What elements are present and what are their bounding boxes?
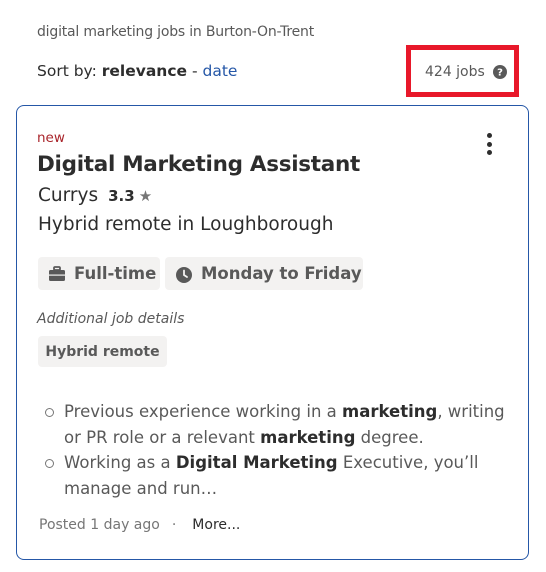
svg-text:?: ?: [497, 68, 503, 79]
attribute-chip-job-type: Full-time: [38, 257, 160, 290]
job-count-label: 424 jobs: [425, 64, 485, 80]
question-circle-icon[interactable]: ?: [492, 65, 507, 79]
sort-separator: -: [191, 62, 198, 80]
snippet-item: Previous experience working in a marketi…: [40, 399, 510, 450]
search-subtitle: digital marketing jobs in Burton-On-Tren…: [37, 24, 315, 40]
company-rating: 3.3: [108, 186, 135, 205]
job-location: Hybrid remote in Loughborough: [38, 214, 334, 235]
more-link[interactable]: More...: [192, 517, 240, 533]
sort-bar: Sort by: relevance - date: [37, 62, 237, 80]
star-icon: ★: [138, 186, 153, 205]
snippet-item: Working as a Digital Marketing Executive…: [40, 450, 510, 501]
company-name[interactable]: Currys: [38, 185, 98, 206]
new-badge: new: [37, 130, 65, 146]
job-title[interactable]: Digital Marketing Assistant: [37, 152, 360, 177]
sort-relevance: relevance: [101, 62, 188, 80]
attribute-chip-schedule: Monday to Friday: [165, 257, 363, 290]
attribute-label: Monday to Friday: [201, 264, 362, 283]
attribute-label: Full-time: [74, 264, 157, 283]
additional-details-label: Additional job details: [37, 311, 185, 327]
job-snippet: Previous experience working in a marketi…: [40, 399, 510, 501]
posted-date: Posted 1 day ago: [39, 517, 160, 533]
job-footer: Posted 1 day ago · More...: [39, 517, 240, 533]
clock-icon: [175, 266, 193, 283]
sort-date-link[interactable]: date: [203, 62, 238, 80]
more-options-icon[interactable]: [478, 131, 500, 157]
company-line: Currys 3.3 ★: [38, 185, 152, 206]
sort-prefix: Sort by:: [37, 62, 97, 80]
tag-hybrid-remote: Hybrid remote: [38, 336, 167, 367]
job-count: 424 jobs ?: [425, 64, 507, 80]
briefcase-icon: [48, 265, 66, 282]
footer-separator: ·: [171, 517, 177, 533]
